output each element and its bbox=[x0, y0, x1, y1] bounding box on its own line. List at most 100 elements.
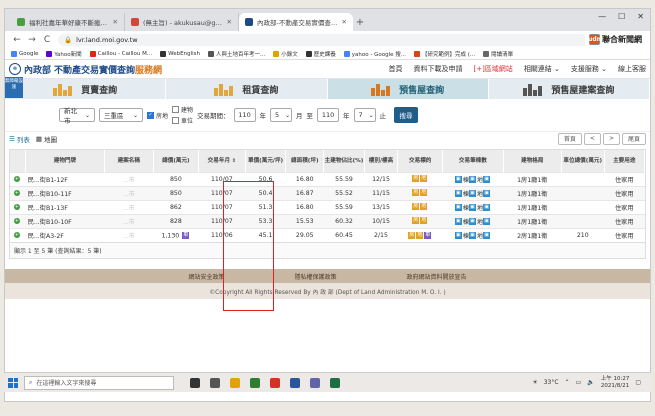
sort-icon[interactable]: ⇕ bbox=[230, 158, 236, 164]
layout-cell: 1房1廳1衛 bbox=[503, 185, 562, 200]
taskbar-app-icon[interactable] bbox=[230, 377, 240, 388]
bookmark-item[interactable]: 閱讀清單 bbox=[483, 50, 513, 58]
pager-button[interactable]: < bbox=[583, 132, 601, 145]
taskbar-app-icon[interactable] bbox=[270, 377, 280, 388]
bookmark-item[interactable]: 小錄文 bbox=[273, 50, 298, 58]
maximize-button[interactable]: ☐ bbox=[618, 12, 625, 21]
bookmark-item[interactable]: Yahoo新聞 bbox=[46, 50, 82, 58]
accessibility-button[interactable]: 無障礙設施 bbox=[5, 77, 23, 98]
taskbar-app-icon[interactable] bbox=[210, 377, 220, 388]
table-row[interactable]: + 民...街A3-2F ...市 1,130 車 110/06 45.1 29.05 60.4… bbox=[10, 227, 645, 242]
site-logo[interactable]: ☸ 內政部 不動產交易實價查詢服務網 bbox=[9, 63, 162, 76]
nav-item[interactable]: 相關連結 ⌄ bbox=[524, 64, 560, 74]
new-tab-button[interactable]: + bbox=[353, 13, 367, 31]
expand-plus-icon[interactable]: + bbox=[13, 231, 20, 238]
bookmark-item[interactable]: WebEnglish bbox=[160, 50, 200, 57]
back-arrow-icon[interactable]: ← bbox=[13, 35, 21, 45]
window-controls: — ☐ ✕ bbox=[598, 12, 644, 21]
checkbox-2[interactable]: 車位 bbox=[172, 116, 193, 125]
close-tab-icon[interactable]: ✕ bbox=[227, 18, 232, 26]
taskbar-app-icon[interactable] bbox=[330, 377, 340, 388]
address-cell[interactable]: 民...街B1-13F bbox=[25, 199, 105, 214]
browser-tab[interactable]: (無主旨) - akukusau@gmail.co ✕ bbox=[125, 13, 239, 31]
to-year-input[interactable]: 110 bbox=[317, 108, 340, 122]
table-row[interactable]: + 民...街B1-12F ...市 850 110/07 50.6 16.80 55.59 1… bbox=[10, 171, 645, 186]
expand-plus-icon[interactable]: + bbox=[13, 203, 20, 210]
udn-badge[interactable]: udn 聯合新聞網 bbox=[585, 32, 646, 46]
bookmark-item[interactable]: yahoo - Google 搜... bbox=[343, 50, 406, 58]
address-cell[interactable]: 民...街B1-12F bbox=[25, 171, 105, 186]
tab-presale-query[interactable]: 預售屋查詢 bbox=[327, 79, 489, 99]
url-field[interactable]: 🔒 lvr.land.moi.gov.tw bbox=[58, 33, 642, 46]
nav-item[interactable]: 線上客服 bbox=[618, 64, 646, 74]
nav-item[interactable]: [+]區域網站 bbox=[473, 64, 512, 74]
network-icon[interactable]: ▭ bbox=[576, 379, 582, 386]
taskbar-app-icon[interactable] bbox=[190, 377, 200, 388]
search-button[interactable]: 搜尋 bbox=[394, 107, 419, 123]
bookmark-item[interactable]: Caillou - Caillou M... bbox=[89, 50, 152, 57]
footer-link[interactable]: 網站安全政策 bbox=[188, 272, 224, 281]
close-tab-icon[interactable]: ✕ bbox=[342, 18, 347, 26]
from-month-select[interactable]: 5 ⌄ bbox=[270, 108, 293, 122]
list-view-tab[interactable]: ☰ 列表 bbox=[9, 134, 30, 144]
address-cell[interactable]: 民...街A3-2F bbox=[25, 227, 105, 242]
building-icon: ▣ bbox=[454, 176, 462, 183]
footer-links: 網站安全政策 隱私權保護政策 政府網站資料開放宣告 bbox=[5, 269, 650, 283]
footer-link[interactable]: 政府網站資料開放宣告 bbox=[407, 272, 467, 281]
taskbar-app-icon[interactable] bbox=[290, 377, 300, 388]
minimize-button[interactable]: — bbox=[598, 12, 606, 21]
address-cell[interactable]: 民...街B10-11F bbox=[25, 185, 105, 200]
expand-plus-icon[interactable]: + bbox=[13, 189, 20, 196]
bookmark-item[interactable]: 人與土地百年考一... bbox=[207, 50, 265, 58]
nav-item[interactable]: 支援服務 ⌄ bbox=[571, 64, 607, 74]
bookmark-label: WebEnglish bbox=[168, 50, 200, 57]
expand-plus-icon[interactable]: + bbox=[13, 217, 20, 224]
volume-icon[interactable]: 🔈 bbox=[587, 379, 594, 386]
tab-rent-query[interactable]: 租賃查詢 bbox=[166, 79, 328, 99]
checkbox-icon[interactable]: ✓ bbox=[147, 111, 154, 119]
table-row[interactable]: + 民...街B1-13F ...市 862 110/07 51.3 16.80 55.59 1… bbox=[10, 199, 645, 214]
city-select[interactable]: 新北市 ⌄ bbox=[59, 107, 95, 125]
reload-icon[interactable]: C bbox=[43, 35, 51, 45]
pager-button[interactable]: 尾頁 bbox=[621, 132, 646, 145]
bookmark-icon bbox=[305, 50, 312, 57]
tab-sale-query[interactable]: 買賣查詢 bbox=[5, 79, 167, 99]
from-year-input[interactable]: 110 bbox=[233, 108, 256, 122]
browser-tab[interactable]: 內政部-不動產交易實價查詢服務 ✕ bbox=[239, 13, 353, 31]
taskbar-app-icon[interactable] bbox=[250, 377, 260, 388]
table-row[interactable]: + 民...街B10-10F ...市 828 110/07 53.3 15.53 60.32… bbox=[10, 213, 645, 228]
target-tag: 房 bbox=[412, 175, 420, 183]
bookmark-item[interactable]: Google bbox=[11, 50, 38, 57]
table-row[interactable]: + 民...街B10-11F ...市 850 110/07 50.4 16.87 55.52… bbox=[10, 185, 645, 200]
bookmark-item[interactable]: 【研究範例】完成 (... bbox=[413, 50, 475, 58]
checkbox-1[interactable]: 建物 bbox=[172, 105, 193, 114]
tab-presale-project-query[interactable]: 預售屋建案查詢 bbox=[488, 79, 650, 99]
checkbox-icon[interactable] bbox=[172, 117, 180, 124]
bookmark-item[interactable]: 歷史課養 bbox=[305, 50, 336, 58]
pager-button[interactable]: 首頁 bbox=[557, 132, 582, 145]
checkbox-0[interactable]: ✓ 房地 bbox=[147, 111, 168, 120]
unit-cell: 45.1 bbox=[245, 227, 286, 242]
address-cell[interactable]: 民...街B10-10F bbox=[25, 213, 105, 228]
pager-button[interactable]: > bbox=[602, 132, 620, 145]
nav-item[interactable]: 首頁 bbox=[388, 64, 402, 74]
clock[interactable]: 上午 10:27 2021/8/21 bbox=[601, 376, 630, 390]
chevron-up-icon[interactable]: ⌃ bbox=[565, 379, 570, 386]
nav-item[interactable]: 資料下載及申請 bbox=[413, 64, 462, 74]
to-month-select[interactable]: 7 ⌄ bbox=[353, 108, 376, 122]
forward-arrow-icon[interactable]: → bbox=[28, 35, 36, 45]
column-header[interactable]: 交易年月 ⇕ bbox=[198, 150, 246, 172]
close-window-button[interactable]: ✕ bbox=[637, 12, 644, 21]
district-select[interactable]: 三重區 ⌄ bbox=[99, 108, 143, 122]
expand-plus-icon[interactable]: + bbox=[13, 175, 20, 182]
footer-link[interactable]: 隱私權保護政策 bbox=[294, 272, 336, 281]
map-view-tab[interactable]: ▦ 地圖 bbox=[36, 134, 57, 144]
close-tab-icon[interactable]: ✕ bbox=[113, 18, 118, 26]
checkbox-icon[interactable] bbox=[172, 106, 180, 113]
taskbar-app-icon[interactable] bbox=[310, 377, 320, 388]
notification-icon[interactable]: ▢ bbox=[635, 379, 641, 386]
browser-tab[interactable]: 福利社嘉年華好康不斷瘋狂領... ✕ bbox=[11, 13, 125, 31]
column-header-label: 交易年月 bbox=[207, 157, 231, 164]
taskbar-search[interactable]: ⌕ 在這裡輸入文字來搜尋 bbox=[24, 375, 174, 390]
windows-start-icon[interactable] bbox=[8, 377, 18, 388]
